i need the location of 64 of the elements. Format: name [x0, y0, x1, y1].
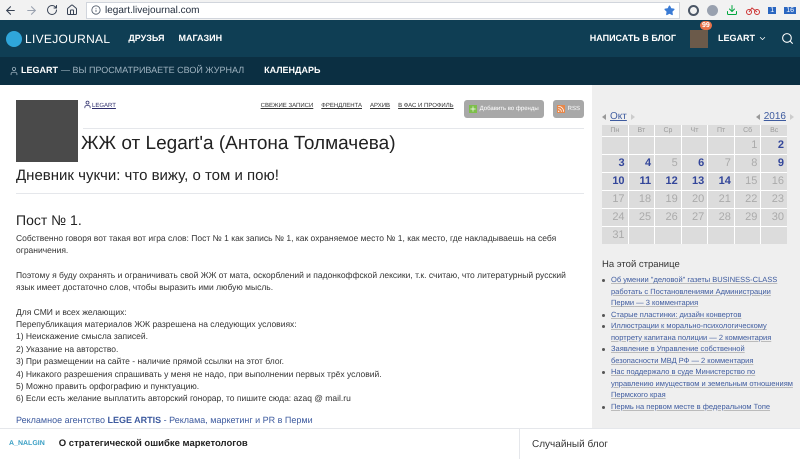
featured-post-link[interactable]: О стратегической ошибке маркетологов — [58, 436, 248, 452]
plus-icon — [468, 105, 477, 113]
download-icon[interactable] — [726, 4, 738, 16]
bullet-icon — [602, 279, 605, 282]
user-menu[interactable]: LEGART — [718, 32, 755, 46]
bullet-icon — [602, 371, 605, 374]
bullet-icon — [602, 325, 605, 328]
calendar-day[interactable]: 10 — [602, 173, 628, 190]
post-text: 5) Можно править орфографию и пунктуацию. — [16, 380, 200, 392]
prev-month-icon[interactable] — [602, 114, 606, 120]
journal-title: ЖЖ от Legart'а (Антона Толмачева) — [81, 132, 397, 156]
prev-year-icon[interactable] — [756, 114, 760, 120]
nav-link[interactable]: МАГАЗИН — [178, 32, 222, 46]
journal-subtitle: Дневник чукчи: что вижу, о том и пою! — [16, 167, 280, 185]
calendar-day[interactable]: 11 — [628, 173, 654, 190]
search-icon[interactable] — [781, 32, 794, 45]
year-link[interactable]: 2016 — [764, 109, 786, 124]
nav-link[interactable]: ДРУЗЬЯ — [128, 32, 164, 46]
calendar-day[interactable]: 14 — [708, 173, 734, 190]
ad-link[interactable]: Рекламное агентство LEGE ARTIS - Реклама, маркетинг и PR в Перми — [16, 414, 584, 426]
logo-icon — [6, 30, 22, 46]
section-heading: На этой странице — [602, 258, 681, 272]
post-text: 1) Неискажение смысла записей. — [16, 330, 149, 343]
user-icon — [9, 66, 19, 76]
caret-icon[interactable] — [758, 34, 767, 43]
calendar-day[interactable]: 9 — [761, 155, 787, 172]
post-title: Пост № 1. — [16, 212, 83, 229]
post-text: Собственно говоря вот такая вот игра слов: Пост № 1 как запись № 1, как охраняемое место № 1, как место, где накладываешь на себя ограничения. — [16, 232, 558, 257]
month-link[interactable]: Окт — [610, 109, 627, 124]
logo-text[interactable]: LIVEJOURNAL — [25, 30, 110, 48]
bullet-icon — [602, 314, 605, 317]
photo-placeholder — [16, 100, 78, 162]
calendar-day[interactable]: 12 — [655, 173, 681, 190]
post-text: 4) Никакого разрешения спрашивать у меня не надо, при выполнении первых трёх условий. — [16, 368, 383, 380]
calendar-day[interactable]: 6 — [682, 155, 708, 172]
calendar-day[interactable]: 2 — [761, 137, 787, 154]
bullet-icon — [602, 348, 605, 352]
address-field[interactable]: legart.livejournal.com — [86, 2, 680, 18]
calendar-day[interactable]: 3 — [602, 155, 628, 172]
url-text: legart.livejournal.com — [105, 4, 200, 18]
post-text: Для СМИ и всех желающих: — [16, 306, 128, 318]
write-link[interactable]: НАПИСАТЬ В БЛОГ — [590, 32, 676, 46]
calendar-link[interactable]: КАЛЕНДАРЬ — [264, 64, 320, 78]
calendar-day[interactable]: 13 — [682, 173, 708, 190]
post-text: 3) При размещении на сайте - наличие прямой ссылки на этот блог. — [16, 355, 285, 368]
back-icon[interactable] — [4, 4, 17, 16]
extension-icon[interactable] — [688, 4, 700, 16]
home-icon[interactable] — [66, 4, 78, 16]
bicycle-icon[interactable] — [746, 6, 760, 14]
post-text: 6) Если есть желание выплатить авторский гонорар, то пишите сюда: azaq @ mail.ru — [16, 392, 352, 405]
rss-icon — [556, 105, 565, 113]
calendar-day[interactable]: 4 — [628, 155, 654, 172]
bookmark-star-icon[interactable] — [664, 4, 676, 16]
journal-note: — ВЫ ПРОСМАТРИВАЕТЕ СВОЙ ЖУРНАЛ — [61, 64, 244, 78]
post-text: Поэтому я буду охранять и ограничивать свой ЖЖ от мата, оскорблений и падонкоффской лексики, т.к. считаю, что литературный русский язык имеет достаточно слов, чтобы выразить ими любую мысль. — [16, 268, 567, 294]
journal-user-link[interactable]: LEGART — [21, 64, 58, 78]
bullet-icon — [602, 406, 605, 409]
random-blog-link[interactable]: Случайный блог — [520, 436, 800, 452]
reload-icon[interactable] — [46, 4, 58, 16]
user-icon — [83, 100, 92, 109]
forward-icon[interactable] — [25, 4, 38, 16]
info-icon[interactable] — [91, 5, 101, 15]
post-text: 2) Указание на авторство. — [16, 342, 120, 356]
post-text: Перепубликация материалов ЖЖ разрешена на следующих условиях: — [16, 318, 298, 330]
